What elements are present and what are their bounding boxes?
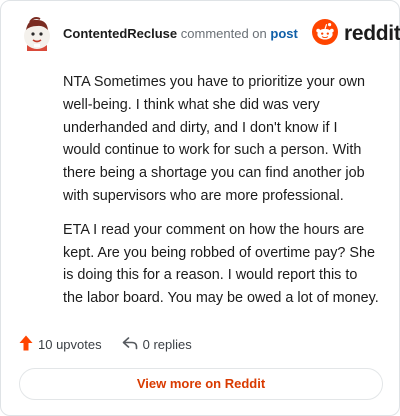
upvote-arrow-icon — [19, 335, 33, 354]
view-more-button[interactable]: View more on Reddit — [19, 368, 383, 400]
reply-arrow-icon — [122, 336, 138, 353]
comment-body: NTA Sometimes you have to prioritize you… — [63, 71, 379, 321]
comment-meta: ContentedRecluse commented on post — [63, 26, 298, 42]
comment-paragraph: NTA Sometimes you have to prioritize you… — [63, 74, 366, 204]
meta-action-text: commented on — [180, 26, 267, 41]
reply-count: 0 replies — [142, 336, 192, 352]
username-link[interactable]: ContentedRecluse — [63, 26, 177, 41]
reddit-wordmark: reddit — [344, 22, 400, 45]
reddit-snoo-icon — [312, 18, 338, 50]
upvote-count: 10 upvotes — [38, 336, 102, 352]
upvote-button[interactable]: 10 upvotes — [19, 335, 102, 354]
post-link[interactable]: post — [270, 26, 297, 41]
embedded-comment-card: ContentedRecluse commented on post reddi — [0, 0, 400, 416]
comment-actions: 10 upvotes 0 replies — [19, 333, 192, 355]
user-avatar-icon[interactable] — [20, 15, 54, 51]
comment-header: ContentedRecluse commented on post reddi — [1, 1, 400, 67]
reply-button[interactable]: 0 replies — [122, 336, 192, 353]
comment-paragraph: ETA I read your comment on how the hours… — [63, 221, 379, 307]
reddit-logo[interactable]: reddit — [312, 18, 400, 50]
